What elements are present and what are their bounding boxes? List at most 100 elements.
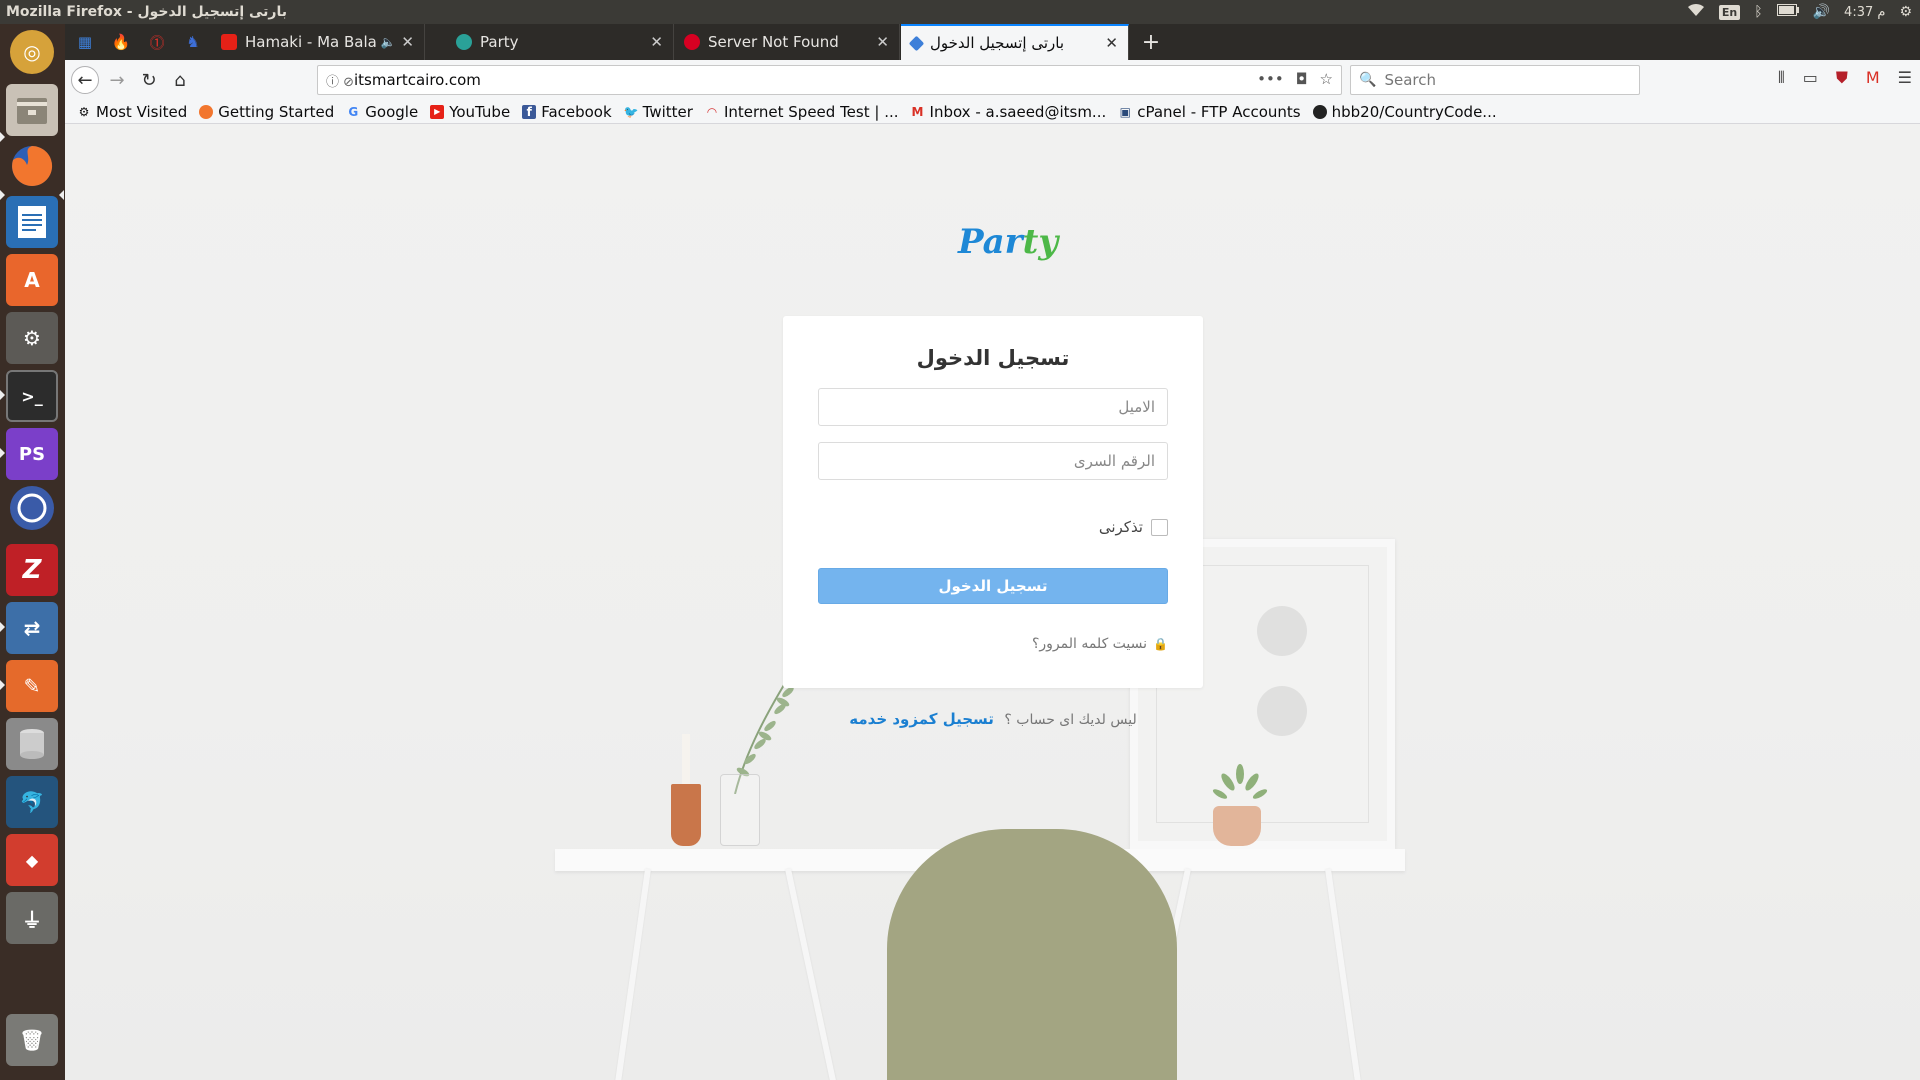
database-icon[interactable] bbox=[6, 718, 58, 770]
trash-icon[interactable]: 🗑 bbox=[6, 1014, 58, 1066]
speedtest-icon: ◠ bbox=[706, 104, 718, 119]
close-icon[interactable]: ✕ bbox=[401, 33, 414, 51]
keyboard-layout-indicator[interactable]: En bbox=[1718, 4, 1741, 20]
bookmark-label: Google bbox=[365, 102, 419, 121]
bookmark-label: Internet Speed Test | ... bbox=[723, 102, 899, 121]
terminal-icon[interactable]: >_ bbox=[6, 370, 58, 422]
clock[interactable]: 4:37 م bbox=[1844, 5, 1885, 20]
wifi-icon[interactable] bbox=[1687, 3, 1705, 21]
site-info-icon[interactable]: ⓘ ⊘ bbox=[326, 71, 354, 90]
bookmark-label: Facebook bbox=[541, 102, 612, 121]
phpstorm-icon[interactable]: PS bbox=[6, 428, 58, 480]
chromium-icon[interactable] bbox=[10, 486, 54, 530]
bookmark-cpanel[interactable]: ▣ cPanel - FTP Accounts bbox=[1118, 103, 1301, 121]
ublock-icon[interactable]: ⛊ bbox=[1836, 68, 1848, 88]
bluetooth-icon[interactable]: ᛒ bbox=[1754, 4, 1762, 20]
url-bar[interactable]: ⓘ ⊘ itsmartcairo.com ••• ◘ ☆ bbox=[317, 65, 1342, 95]
ubuntu-top-panel: Mozilla Firefox - بارتى إتسجيل الدخول En… bbox=[0, 0, 1920, 24]
remember-checkbox[interactable] bbox=[1151, 518, 1168, 536]
libreoffice-writer-icon[interactable] bbox=[6, 196, 58, 248]
forward-button[interactable]: → bbox=[103, 66, 131, 94]
github-icon bbox=[1312, 104, 1327, 119]
remember-label: تذكرنى bbox=[1098, 518, 1143, 536]
firefox-tab-bar: ▦ 🔥 ⓵ ♞ Hamaki - Ma Balash C 🔈 ✕ Party ✕… bbox=[65, 24, 1920, 60]
bookmark-facebook[interactable]: f Facebook bbox=[522, 102, 612, 121]
search-placeholder: Search bbox=[1384, 71, 1436, 89]
bookmark-star-icon[interactable]: ☆ bbox=[1320, 70, 1333, 88]
files-icon[interactable] bbox=[6, 84, 58, 136]
search-icon: 🔍 bbox=[1359, 72, 1377, 88]
login-button[interactable]: تسجيل الدخول bbox=[818, 568, 1168, 604]
party-logo[interactable]: Party bbox=[958, 222, 1058, 262]
gear-icon: ⚙ bbox=[78, 104, 90, 119]
pinned-tab-grid-icon[interactable]: ▦ bbox=[67, 24, 103, 60]
system-gear-icon[interactable]: ⚙ bbox=[1899, 4, 1912, 20]
bookmark-github[interactable]: hbb20/CountryCode... bbox=[1312, 102, 1497, 121]
launcher-running-indicator bbox=[0, 680, 5, 690]
reload-button[interactable]: ↻ bbox=[135, 66, 163, 94]
sidebar-icon[interactable]: ▭ bbox=[1803, 68, 1818, 88]
home-button[interactable]: ⌂ bbox=[166, 66, 194, 94]
close-icon[interactable]: ✕ bbox=[1105, 34, 1118, 52]
mysql-workbench-icon[interactable]: 🐬 bbox=[6, 776, 58, 828]
tab-login-active[interactable]: بارتى إتسجيل الدخول ✕ bbox=[901, 24, 1129, 60]
url-text[interactable]: itsmartcairo.com bbox=[354, 71, 481, 89]
twitter-icon: 🐦 bbox=[623, 104, 639, 119]
speaker-icon[interactable]: 🔈 bbox=[380, 35, 395, 49]
youtube-favicon-icon bbox=[221, 34, 237, 50]
bookmark-inbox[interactable]: M Inbox - a.saeed@itsm... bbox=[911, 103, 1107, 121]
bookmark-twitter[interactable]: 🐦 Twitter bbox=[624, 103, 693, 121]
email-input[interactable] bbox=[818, 388, 1168, 426]
forgot-password-link[interactable]: 🔒 نسيت كلمه المرور؟ bbox=[1032, 636, 1168, 652]
pocket-icon[interactable]: ◘ bbox=[1296, 70, 1308, 88]
back-button[interactable]: ← bbox=[71, 66, 99, 94]
tab-party[interactable]: Party ✕ bbox=[446, 24, 674, 60]
frame-circle bbox=[1257, 606, 1307, 656]
tab-server-not-found[interactable]: Server Not Found ✕ bbox=[674, 24, 900, 60]
bookmark-speedtest[interactable]: ◠ Internet Speed Test | ... bbox=[705, 103, 899, 121]
postman-icon[interactable]: ✎ bbox=[6, 660, 58, 712]
remember-me[interactable]: تذكرنى bbox=[1099, 518, 1168, 536]
ubuntu-dash-icon[interactable]: ◎ bbox=[10, 30, 54, 74]
new-tab-button[interactable]: + bbox=[1133, 24, 1169, 60]
remote-desktop-icon[interactable]: ⇄ bbox=[6, 602, 58, 654]
pinned-tab-bird-icon[interactable]: ♞ bbox=[175, 24, 211, 60]
glass-vase bbox=[720, 774, 760, 846]
bookmark-youtube[interactable]: ▶ YouTube bbox=[430, 103, 510, 121]
bookmark-google[interactable]: G Google bbox=[346, 103, 418, 121]
desk-leg bbox=[608, 868, 651, 1080]
bookmark-label: hbb20/CountryCode... bbox=[1331, 102, 1497, 121]
firefox-launcher-icon[interactable] bbox=[6, 140, 58, 192]
facebook-icon: f bbox=[522, 104, 537, 119]
volume-icon[interactable]: 🔊 bbox=[1813, 4, 1830, 20]
window-title: Mozilla Firefox - بارتى إتسجيل الدخول bbox=[6, 4, 287, 20]
copper-plant-pot bbox=[1213, 806, 1261, 846]
chair bbox=[887, 829, 1177, 1080]
library-icon[interactable]: ⫴ bbox=[1778, 68, 1785, 88]
tab-hamaki[interactable]: Hamaki - Ma Balash C 🔈 ✕ bbox=[211, 24, 425, 60]
close-icon[interactable]: ✕ bbox=[876, 33, 889, 51]
pinned-tab-fire-icon[interactable]: 🔥 bbox=[103, 24, 139, 60]
system-settings-icon[interactable]: ⚙ bbox=[6, 312, 58, 364]
bookmark-getting-started[interactable]: Getting Started bbox=[199, 103, 334, 121]
layers-favicon-icon bbox=[908, 35, 925, 51]
pinned-tab-alert-icon[interactable]: ⓵ bbox=[139, 24, 175, 60]
tab-title: بارتى إتسجيل الدخول bbox=[930, 34, 1065, 52]
software-center-icon[interactable]: A bbox=[6, 254, 58, 306]
bookmark-most-visited[interactable]: ⚙ Most Visited bbox=[77, 103, 188, 121]
page-actions-icon[interactable]: ••• bbox=[1257, 70, 1284, 88]
battery-icon[interactable] bbox=[1776, 4, 1799, 20]
toolbar-icons: ⫴ ▭ ⛊ M ☰ bbox=[1778, 68, 1912, 88]
password-input[interactable] bbox=[818, 442, 1168, 480]
filezilla-icon[interactable]: Z bbox=[6, 544, 58, 596]
close-icon[interactable]: ✕ bbox=[650, 33, 663, 51]
menu-icon[interactable]: ☰ bbox=[1898, 68, 1912, 88]
launcher-running-indicator bbox=[0, 390, 5, 400]
firefox-nav-bar: ← → ↻ ⌂ ⓘ ⊘ itsmartcairo.com ••• ◘ ☆ 🔍 S… bbox=[65, 60, 1920, 100]
usb-drive-icon[interactable]: ⏚ bbox=[6, 892, 58, 944]
gmail-notifier-icon[interactable]: M bbox=[1866, 68, 1880, 88]
signup-provider-link[interactable]: تسجيل كمزود خدمه bbox=[849, 710, 994, 728]
git-icon[interactable]: ◆ bbox=[6, 834, 58, 886]
login-title: تسجيل الدخول bbox=[916, 346, 1070, 370]
search-bar[interactable]: 🔍 Search bbox=[1350, 65, 1640, 95]
